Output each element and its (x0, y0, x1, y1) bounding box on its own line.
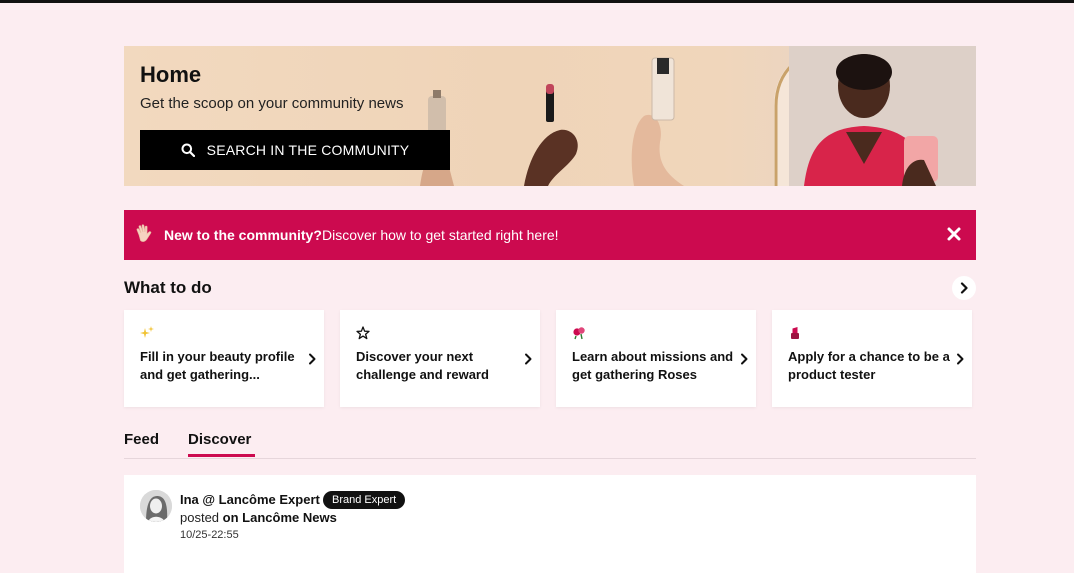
task-card-challenge[interactable]: Discover your next challenge and reward (340, 310, 540, 407)
chevron-right-icon (957, 353, 964, 365)
search-community-button[interactable]: SEARCH IN THE COMMUNITY (140, 130, 450, 170)
task-card-beauty-profile[interactable]: Fill in your beauty profile and get gath… (124, 310, 324, 407)
post-location: posted on Lancôme News (180, 510, 337, 525)
avatar[interactable] (140, 490, 172, 522)
page-title: Home (140, 62, 202, 87)
tab-discover[interactable]: Discover (188, 431, 251, 448)
chevron-right-icon (960, 282, 968, 294)
waving-hand-icon (136, 224, 152, 242)
task-card-label: Learn about missions and get gathering R… (572, 349, 734, 382)
banner-text[interactable]: Discover how to get started right here! (322, 227, 559, 243)
chevron-right-icon (525, 353, 532, 365)
posted-location-link[interactable]: on Lancôme News (223, 510, 337, 525)
search-icon (181, 143, 195, 157)
task-card-missions[interactable]: Learn about missions and get gathering R… (556, 310, 756, 407)
roses-icon (573, 327, 585, 340)
status-badge: Brand Expert (323, 491, 406, 509)
tab-feed[interactable]: Feed (124, 431, 159, 448)
star-icon (356, 326, 370, 340)
lipstick-icon (791, 327, 799, 339)
active-tab-indicator (188, 454, 255, 457)
post-author[interactable]: Ina @ Lancôme Expert (180, 492, 320, 507)
search-community-label: SEARCH IN THE COMMUNITY (206, 142, 410, 158)
close-icon[interactable] (944, 224, 964, 244)
tabs-divider (124, 458, 976, 459)
welcome-banner[interactable]: New to the community? Discover how to ge… (124, 210, 976, 260)
task-card-label: Apply for a chance to be a product teste… (788, 349, 950, 382)
page-subtitle: Get the scoop on your community news (140, 95, 404, 112)
what-to-do-next-button[interactable] (952, 276, 976, 300)
avatar-image (140, 490, 172, 522)
banner-title: New to the community? (164, 227, 322, 243)
chevron-right-icon (741, 353, 748, 365)
hero-banner: Home Get the scoop on your community new… (124, 46, 976, 186)
post-timestamp: 10/25-22:55 (180, 529, 239, 541)
task-card-label: Fill in your beauty profile and get gath… (140, 349, 295, 382)
post-card[interactable]: Ina @ Lancôme Expert Brand Expert posted… (124, 475, 976, 573)
top-border (0, 0, 1074, 3)
sparkles-icon (140, 326, 154, 338)
chevron-right-icon (309, 353, 316, 365)
posted-prefix: posted (180, 510, 220, 525)
task-card-product-tester[interactable]: Apply for a chance to be a product teste… (772, 310, 972, 407)
what-to-do-heading: What to do (124, 278, 212, 297)
task-card-label: Discover your next challenge and reward (356, 349, 489, 382)
